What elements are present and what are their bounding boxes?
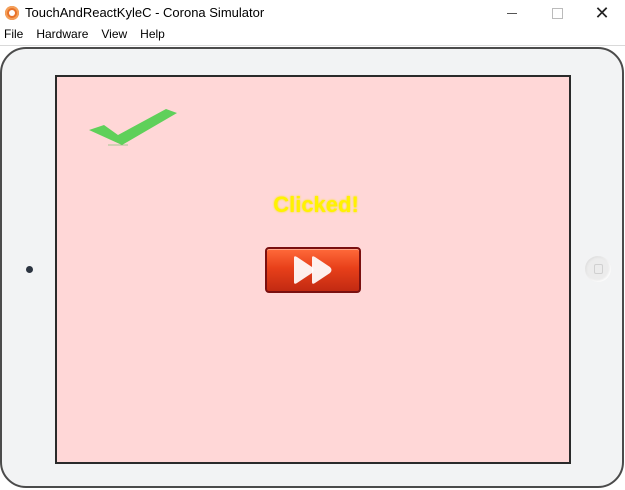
menu-help[interactable]: Help	[140, 26, 165, 45]
app-screen[interactable]: Clicked!	[55, 75, 571, 464]
menu-divider	[0, 45, 625, 46]
fast-forward-button[interactable]	[265, 247, 361, 293]
simulator-window: TouchAndReactKyleC - Corona Simulator ✕ …	[0, 0, 625, 490]
menu-hardware[interactable]: Hardware	[36, 26, 88, 45]
minimize-button[interactable]	[489, 0, 535, 26]
title-bar: TouchAndReactKyleC - Corona Simulator ✕	[0, 0, 625, 26]
close-icon: ✕	[594, 3, 610, 23]
status-text: Clicked!	[273, 192, 359, 217]
maximize-icon	[551, 7, 563, 19]
tablet-device-frame: Clicked!	[0, 47, 624, 488]
menu-file[interactable]: File	[4, 26, 23, 45]
home-button[interactable]	[585, 256, 611, 282]
menu-bar: File Hardware View Help	[0, 26, 625, 45]
menu-view[interactable]: View	[101, 26, 127, 45]
window-title: TouchAndReactKyleC - Corona Simulator	[25, 5, 265, 20]
corona-app-icon	[5, 6, 19, 20]
camera-icon	[26, 266, 33, 273]
fast-forward-icon	[294, 256, 332, 284]
minimize-icon	[507, 12, 517, 14]
checkmark-icon	[89, 109, 177, 146]
maximize-button[interactable]	[534, 0, 580, 26]
close-button[interactable]: ✕	[579, 0, 625, 26]
